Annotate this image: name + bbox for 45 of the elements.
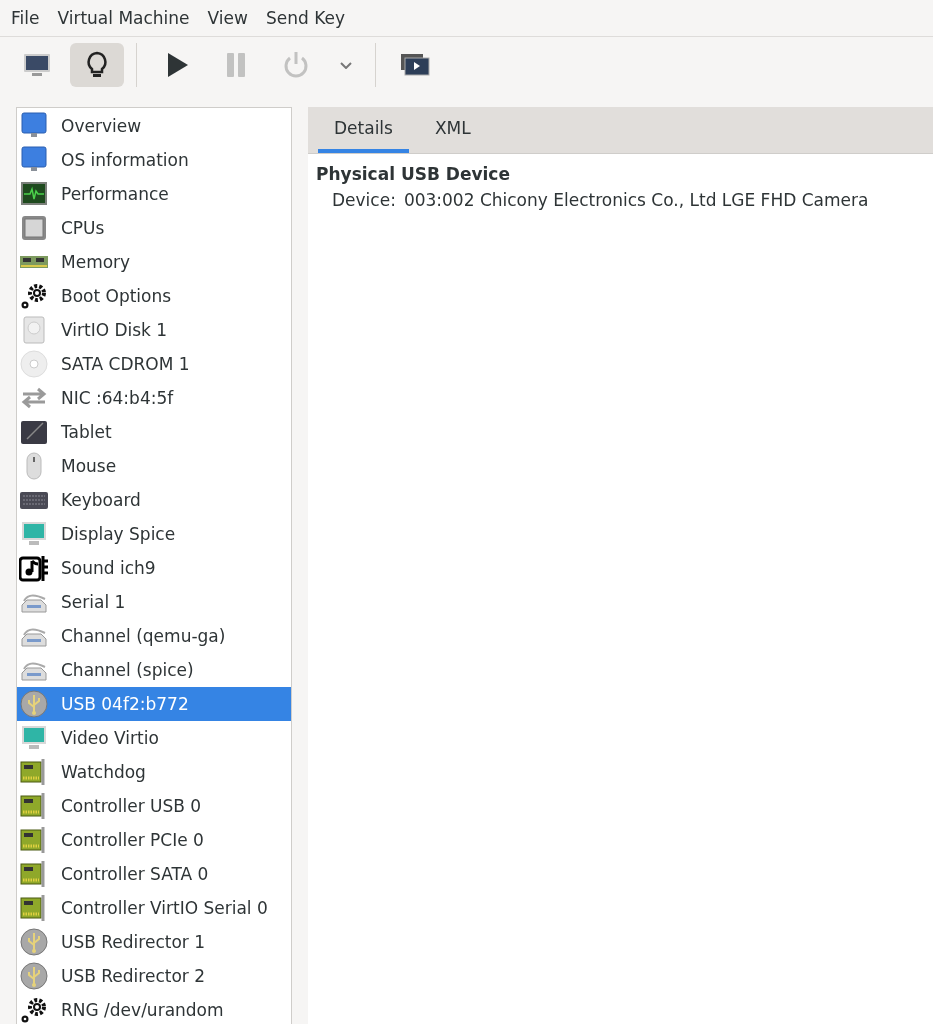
- device-list-item[interactable]: Serial 1: [17, 585, 291, 619]
- device-list-item[interactable]: Controller PCIe 0: [17, 823, 291, 857]
- menu-item[interactable]: Send Key: [256, 8, 354, 28]
- menu-item[interactable]: Virtual Machine: [48, 8, 199, 28]
- device-list-item[interactable]: Boot Options: [17, 279, 291, 313]
- device-list-item[interactable]: Controller USB 0: [17, 789, 291, 823]
- disc-icon: [19, 349, 49, 379]
- usb-icon: [19, 927, 49, 957]
- chip-icon: [19, 213, 49, 243]
- device-list-item[interactable]: Performance: [17, 177, 291, 211]
- device-list-item[interactable]: Overview: [17, 109, 291, 143]
- device-list-item[interactable]: USB 04f2:b772: [17, 687, 291, 721]
- device-list-item[interactable]: NIC :64:b4:5f: [17, 381, 291, 415]
- menu-item[interactable]: View: [198, 8, 257, 28]
- device-list-item[interactable]: RNG /dev/urandom: [17, 993, 291, 1024]
- field-label: Device:: [332, 190, 396, 210]
- device-list-item[interactable]: Controller VirtIO Serial 0: [17, 891, 291, 925]
- tab[interactable]: Details: [318, 107, 409, 153]
- chevron-down-icon: [340, 61, 352, 69]
- section-heading: Physical USB Device: [316, 164, 510, 184]
- device-list-item[interactable]: Memory: [17, 245, 291, 279]
- field-value: 003:002 Chicony Electronics Co., Ltd LGE FHD Camera: [403, 190, 869, 210]
- device-list-item[interactable]: Tablet: [17, 415, 291, 449]
- device-list-item[interactable]: VirtIO Disk 1: [17, 313, 291, 347]
- device-list-item[interactable]: Watchdog: [17, 755, 291, 789]
- device-list-item[interactable]: USB Redirector 1: [17, 925, 291, 959]
- device-list-item[interactable]: Channel (spice): [17, 653, 291, 687]
- device-list-item[interactable]: Sound ich9: [17, 551, 291, 585]
- usb-icon: [19, 961, 49, 991]
- device-list-item[interactable]: Video Virtio: [17, 721, 291, 755]
- gears-icon: [19, 281, 49, 311]
- device-list-item[interactable]: Mouse: [17, 449, 291, 483]
- usb-icon: [19, 689, 49, 719]
- device-list-item[interactable]: CPUs: [17, 211, 291, 245]
- device-list-item[interactable]: Display Spice: [17, 517, 291, 551]
- tab[interactable]: XML: [418, 107, 487, 153]
- device-list-item[interactable]: Controller SATA 0: [17, 857, 291, 891]
- music-note-icon: [19, 553, 49, 583]
- device-list-item[interactable]: Channel (qemu-ga): [17, 619, 291, 653]
- device-list-item[interactable]: Keyboard: [17, 483, 291, 517]
- details-button[interactable]: [70, 43, 124, 87]
- menu-item[interactable]: File: [2, 8, 49, 28]
- device-list-item[interactable]: SATA CDROM 1: [17, 347, 291, 381]
- device-list-item[interactable]: USB Redirector 2: [17, 959, 291, 993]
- device-list-item[interactable]: OS information: [17, 143, 291, 177]
